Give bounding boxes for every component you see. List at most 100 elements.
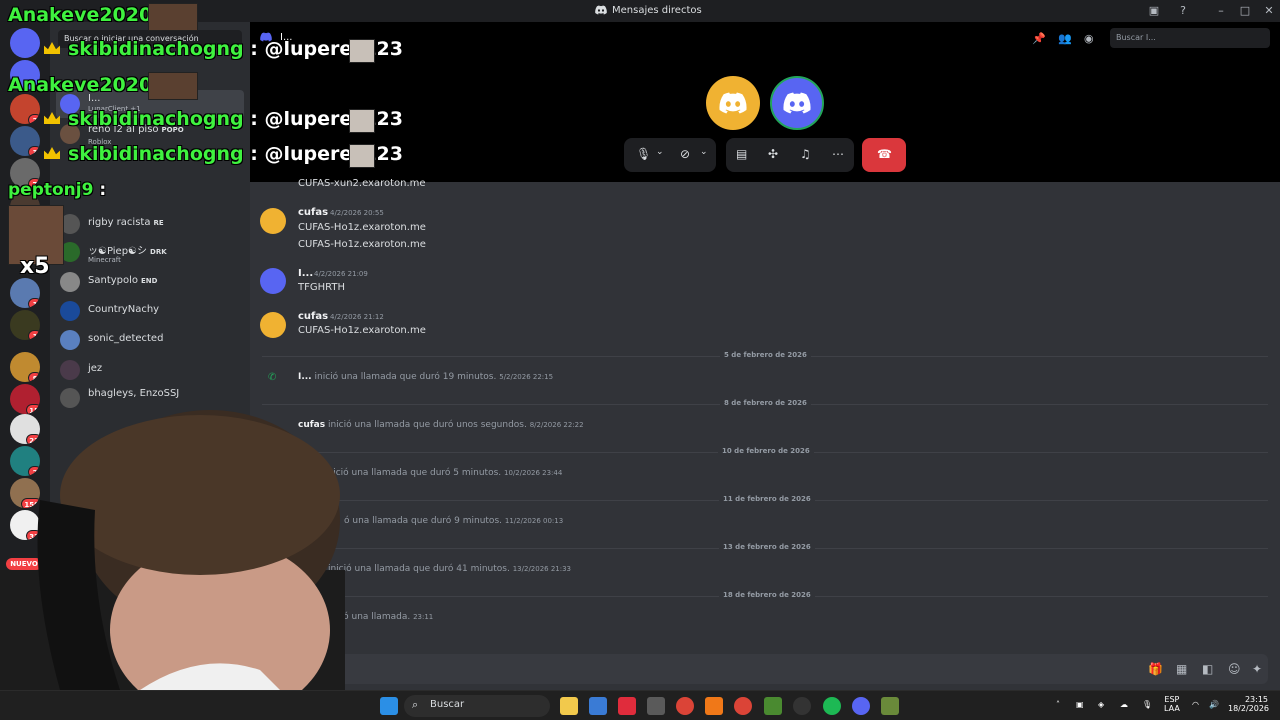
message-timestamp: 4/2/2026 20:55	[330, 209, 384, 217]
dm-item[interactable]: jez	[56, 356, 244, 384]
server-icon[interactable]: 1	[10, 310, 40, 340]
call-participant-avatar[interactable]	[770, 76, 824, 130]
dm-name: rigby racista RE	[88, 217, 164, 228]
direct-messages-home[interactable]	[10, 28, 40, 58]
pin-icon[interactable]: 📌	[1032, 32, 1046, 45]
message-text: CUFAS-Ho1z.exaroton.me	[298, 325, 426, 336]
date-divider-label: 18 de febrero de 2026	[719, 591, 815, 599]
date-divider-label: 10 de febrero de 2026	[718, 447, 814, 455]
soundboard-icon[interactable]: ♫	[800, 147, 811, 161]
microphone-icon[interactable]: 🎙	[636, 147, 651, 161]
clock[interactable]: 23:15 18/2/2026	[1228, 695, 1269, 713]
server-icon[interactable]: 1	[10, 278, 40, 308]
discord-icon	[783, 92, 811, 114]
dm-item[interactable]: sonic_detected	[56, 326, 244, 354]
overlay-emote	[349, 144, 375, 168]
call-system-message: I... inició una llamada que duró 19 minu…	[298, 372, 554, 382]
dm-name: sonic_detected	[88, 333, 164, 344]
gif-icon[interactable]: ▦	[1176, 662, 1187, 676]
dm-item[interactable]: rigby racista RE	[56, 210, 244, 238]
message-input[interactable]: 🎁 ▦ ◧ ☺ ✦	[262, 654, 1268, 684]
dm-item[interactable]: ッ☯Piep☯シ DRK Minecraft	[56, 238, 244, 266]
app-icon[interactable]	[705, 697, 723, 715]
discord-taskbar-icon[interactable]	[852, 697, 870, 715]
call-participant-avatar[interactable]	[706, 76, 760, 130]
add-friend-icon[interactable]: 👥	[1058, 32, 1072, 45]
avatar[interactable]	[260, 208, 286, 234]
message-author[interactable]: cufas	[298, 207, 328, 218]
dm-name: ッ☯Piep☯シ DRK	[88, 246, 167, 257]
more-options-icon[interactable]: ⋯	[832, 147, 844, 161]
dm-item[interactable]: Santypolo END	[56, 268, 244, 296]
language-indicator[interactable]: ESP LAA	[1164, 695, 1180, 713]
emoji-icon[interactable]: ☺	[1228, 662, 1241, 676]
dm-item[interactable]: CountryNachy	[56, 297, 244, 325]
dm-name: CountryNachy	[88, 304, 160, 315]
date-divider-label: 8 de febrero de 2026	[720, 399, 811, 407]
taskbar-search[interactable]: ⌕ Buscar	[404, 695, 550, 717]
dm-name: jez	[88, 363, 103, 374]
minecraft-icon[interactable]	[764, 697, 782, 715]
microphone-icon[interactable]: 🎙	[1142, 700, 1152, 709]
help-icon[interactable]: ?	[1176, 4, 1190, 18]
overlay-emote	[349, 109, 375, 133]
volume-icon[interactable]: 🔊	[1209, 700, 1219, 709]
chevron-up-icon[interactable]: ˄	[1056, 700, 1060, 709]
unread-badge: 1	[28, 298, 40, 308]
chevron-down-icon[interactable]: ⌄	[700, 147, 708, 157]
profile-icon[interactable]: ◉	[1084, 32, 1094, 45]
clan-tag: RE	[153, 219, 164, 227]
app-icon[interactable]	[589, 697, 607, 715]
spotify-icon[interactable]	[823, 697, 841, 715]
unread-badge: 2	[28, 114, 40, 124]
gift-icon[interactable]: 🎁	[1148, 662, 1163, 676]
discord-icon	[719, 92, 747, 114]
overlay-chat-line: Anakeve2020 :	[8, 4, 166, 26]
store-icon[interactable]	[647, 697, 665, 715]
disconnect-button[interactable]: ☎	[862, 138, 906, 172]
webcam-overlay	[0, 410, 345, 690]
unread-badge: 8	[28, 372, 40, 382]
message-author[interactable]: I...	[298, 268, 313, 279]
chevron-down-icon[interactable]: ⌄	[656, 147, 664, 157]
avatar	[60, 301, 80, 321]
camera-off-icon[interactable]: ⊘	[680, 147, 690, 161]
app-icon[interactable]	[881, 697, 899, 715]
server-icon[interactable]: 3	[10, 126, 40, 156]
avatar[interactable]	[260, 312, 286, 338]
phone-icon: ✆	[268, 372, 277, 383]
chrome-icon[interactable]	[676, 697, 694, 715]
date-divider-label: 11 de febrero de 2026	[719, 495, 815, 503]
sticker-icon[interactable]: ◧	[1202, 662, 1213, 676]
tray-icon[interactable]: ◈	[1098, 700, 1104, 709]
minimize-button[interactable]: –	[1214, 4, 1228, 18]
wifi-icon[interactable]: ◠	[1192, 700, 1199, 709]
inbox-icon[interactable]: ▣	[1147, 4, 1161, 18]
avatar[interactable]	[260, 268, 286, 294]
start-button[interactable]	[380, 697, 398, 715]
message-author[interactable]: cufas	[298, 311, 328, 322]
overlay-emote	[148, 3, 198, 31]
message-list[interactable]: CUFAS-xun2.exaroton.me cufas 4/2/2026 20…	[250, 178, 1280, 652]
server-icon[interactable]: 8	[10, 352, 40, 382]
close-button[interactable]: ✕	[1262, 4, 1276, 18]
screen-share-icon[interactable]: ▤	[736, 147, 747, 161]
voice-call-panel: I... 📌 👥 ◉ Buscar I... 🎙 ⌄ ⊘ ⌄ ▤ ✣ ♫ ⋯ ☎	[250, 22, 1280, 182]
apps-icon[interactable]: ✦	[1252, 662, 1262, 676]
date-divider-label: 13 de febrero de 2026	[719, 543, 815, 551]
activities-icon[interactable]: ✣	[768, 147, 778, 161]
file-explorer-icon[interactable]	[560, 697, 578, 715]
message-text: TFGHRTH	[298, 282, 345, 293]
dm-name: Santypolo END	[88, 275, 158, 286]
app-icon[interactable]	[793, 697, 811, 715]
chrome-icon[interactable]	[734, 697, 752, 715]
message-timestamp: 4/2/2026 21:12	[330, 313, 384, 321]
unread-badge: 3	[28, 146, 40, 156]
server-icon[interactable]: 2	[10, 94, 40, 124]
tray-icon[interactable]: ☁	[1120, 700, 1128, 709]
date-divider-label: 5 de febrero de 2026	[720, 351, 811, 359]
maximize-button[interactable]: □	[1238, 4, 1252, 18]
search-input[interactable]: Buscar I...	[1110, 28, 1270, 48]
tray-icon[interactable]: ▣	[1076, 700, 1084, 709]
app-icon[interactable]	[618, 697, 636, 715]
